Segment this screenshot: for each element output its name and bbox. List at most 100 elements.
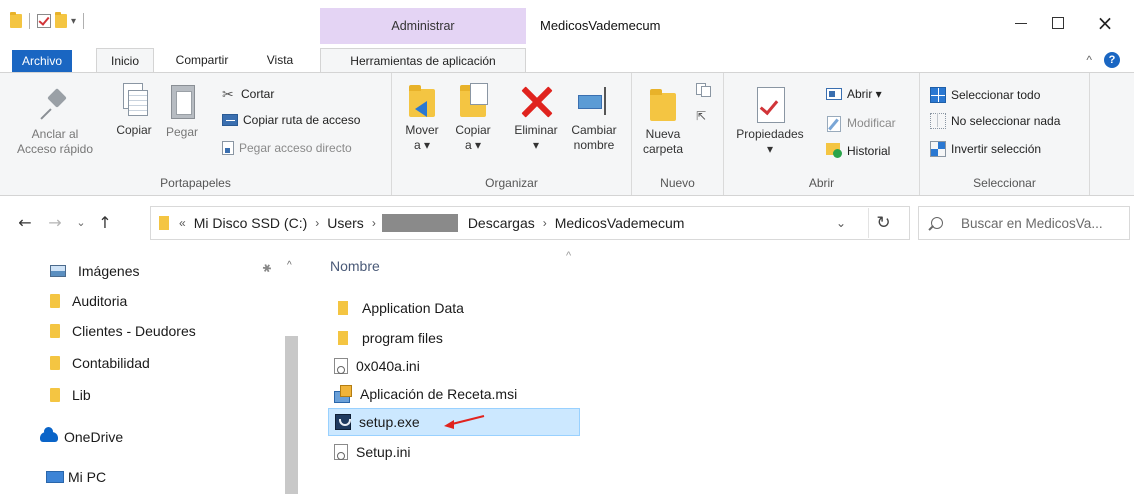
invert-selection-icon (930, 141, 946, 157)
move-label-line1: Mover (405, 123, 439, 137)
nav-item-onedrive[interactable]: OneDrive (40, 426, 123, 448)
maximize-button[interactable] (1035, 8, 1081, 38)
nav-item-contabilidad[interactable]: Contabilidad (50, 352, 150, 374)
breadcrumb-medicosvademecum[interactable]: MedicosVademecum (555, 215, 685, 231)
open-icon (826, 88, 842, 100)
group-label-portapapeles: Portapapeles (160, 176, 231, 190)
tab-compartir[interactable]: Compartir (166, 48, 238, 72)
nav-item-auditoria[interactable]: Auditoria (50, 290, 127, 312)
paste-shortcut-button[interactable]: Pegar acceso directo (222, 141, 352, 155)
breadcrumb-users[interactable]: Users (327, 215, 364, 231)
file-name: 0x040a.ini (356, 358, 420, 374)
folder-icon (10, 12, 22, 28)
search-input[interactable]: Buscar en MedicosVa... (918, 206, 1130, 240)
new-folder-icon[interactable] (55, 12, 67, 28)
select-none-button[interactable]: No seleccionar nada (930, 113, 1060, 129)
list-item-0x040a-ini[interactable]: 0x040a.ini (328, 352, 578, 380)
invert-selection-button[interactable]: Invertir selección (930, 141, 1041, 157)
easy-access-icon: ⇱ (696, 109, 707, 123)
breadcrumb-descargas[interactable]: Descargas (468, 215, 535, 231)
nav-item-lib[interactable]: Lib (50, 384, 91, 406)
computer-icon (46, 471, 64, 483)
paste-icon (167, 81, 197, 121)
chevron-right-icon[interactable]: › (315, 216, 319, 230)
modify-button[interactable]: Modificar (826, 115, 896, 132)
history-button[interactable]: Historial (826, 143, 890, 159)
back-button[interactable]: ← (14, 212, 36, 234)
invert-selection-label: Invertir selección (951, 142, 1042, 156)
breadcrumb-overflow[interactable]: « (179, 216, 186, 230)
tab-vista[interactable]: Vista (256, 48, 304, 72)
column-header-nombre[interactable]: Nombre (330, 258, 380, 274)
copy-button[interactable]: Copiar (112, 81, 156, 138)
nav-item-mi-pc[interactable]: Mi PC (46, 466, 106, 488)
modify-icon (826, 115, 842, 132)
refresh-button[interactable]: ↻ (868, 208, 898, 238)
easy-access-button[interactable]: ⇱ (696, 109, 718, 127)
nav-item-imagenes[interactable]: Imágenes (50, 260, 139, 282)
scroll-up-icon[interactable]: ^ (287, 260, 292, 271)
group-portapapeles: Anclar al Acceso rápido Copiar Pegar ✂ C… (0, 73, 392, 195)
recent-locations-button[interactable]: ⌄ (70, 212, 92, 234)
chevron-right-icon[interactable]: › (543, 216, 547, 230)
list-item-application-data[interactable]: Application Data (328, 294, 578, 322)
file-name: Application Data (362, 300, 464, 316)
up-button[interactable]: ↑ (94, 212, 116, 234)
list-item-aplicacion-de-receta-msi[interactable]: Aplicación de Receta.msi (328, 380, 578, 408)
qat-dropdown-icon[interactable]: ▾ (71, 16, 76, 27)
breadcrumb-disk[interactable]: Mi Disco SSD (C:) (194, 215, 308, 231)
title-bar: ▾ Administrar MedicosVademecum × (0, 0, 1134, 44)
rename-label-line2: nombre (573, 138, 615, 152)
arrow-up-icon: ↑ (98, 213, 112, 232)
collapse-ribbon-icon[interactable]: ^ (1086, 53, 1092, 67)
pin-quick-access-button[interactable]: Anclar al Acceso rápido (14, 87, 96, 157)
tab-archivo[interactable]: Archivo (12, 50, 72, 72)
new-item-button[interactable] (696, 83, 718, 101)
address-history-dropdown[interactable]: ⌄ (836, 216, 846, 230)
maximize-icon (1052, 17, 1064, 29)
help-icon[interactable]: ? (1104, 52, 1120, 68)
tab-herramientas-de-aplicacion[interactable]: Herramientas de aplicación (320, 48, 526, 72)
navigation-pane: ✱ ^ Imágenes Auditoria Clientes - Deudor… (0, 254, 300, 494)
select-none-label: No seleccionar nada (951, 114, 1061, 128)
list-item-program-files[interactable]: program files (328, 324, 578, 352)
group-label-abrir: Abrir (808, 176, 835, 190)
forward-button[interactable]: → (44, 212, 66, 234)
new-folder-button[interactable]: Nueva carpeta (638, 87, 688, 157)
paste-shortcut-label: Pegar acceso directo (239, 141, 352, 155)
chevron-right-icon[interactable]: › (372, 216, 376, 230)
close-button[interactable]: × (1082, 8, 1128, 38)
nav-item-clientes-deudores[interactable]: Clientes - Deudores (50, 320, 196, 342)
select-all-button[interactable]: Seleccionar todo (930, 87, 1040, 103)
pin-label-line1: Anclar al (31, 127, 79, 141)
move-to-button[interactable]: Mover a ▾ (402, 83, 442, 153)
rename-button[interactable]: Cambiar nombre (566, 83, 622, 153)
address-bar[interactable]: « Mi Disco SSD (C:) › Users › Descargas … (150, 206, 910, 240)
group-organizar: Mover a ▾ Copiar a ▾ Eliminar ▾ Cambiar … (392, 73, 632, 195)
tab-inicio[interactable]: Inicio (96, 48, 154, 72)
delete-button[interactable]: Eliminar ▾ (508, 83, 564, 153)
move-to-icon (407, 83, 437, 119)
properties-check-icon[interactable] (37, 14, 51, 28)
nav-item-label: OneDrive (64, 429, 124, 445)
ribbon-tabs: Archivo Inicio Compartir Vista Herramien… (0, 44, 1134, 72)
properties-icon (754, 85, 786, 123)
group-seleccionar: Seleccionar todo No seleccionar nada Inv… (920, 73, 1090, 195)
quick-access-toolbar: ▾ (10, 10, 87, 32)
cut-button[interactable]: ✂ Cortar (222, 87, 274, 101)
minimize-icon (1015, 22, 1027, 24)
copy-label: Copiar (116, 123, 152, 137)
pin-icon[interactable]: ✱ (259, 261, 274, 276)
paste-button[interactable]: Pegar (160, 81, 204, 140)
copy-icon (119, 81, 149, 119)
arrow-left-icon: ← (18, 213, 32, 232)
list-item-setup-ini[interactable]: Setup.ini (328, 438, 578, 466)
copy-path-button[interactable]: Copiar ruta de acceso (222, 113, 360, 127)
modify-label: Modificar (847, 116, 896, 130)
window-title: MedicosVademecum (540, 18, 661, 33)
properties-button[interactable]: Propiedades ▾ (734, 85, 806, 157)
open-button[interactable]: Abrir ▾ (826, 87, 882, 101)
folder-icon (338, 331, 348, 345)
nav-scrollbar-thumb[interactable] (285, 336, 298, 494)
copy-to-button[interactable]: Copiar a ▾ (450, 83, 496, 153)
